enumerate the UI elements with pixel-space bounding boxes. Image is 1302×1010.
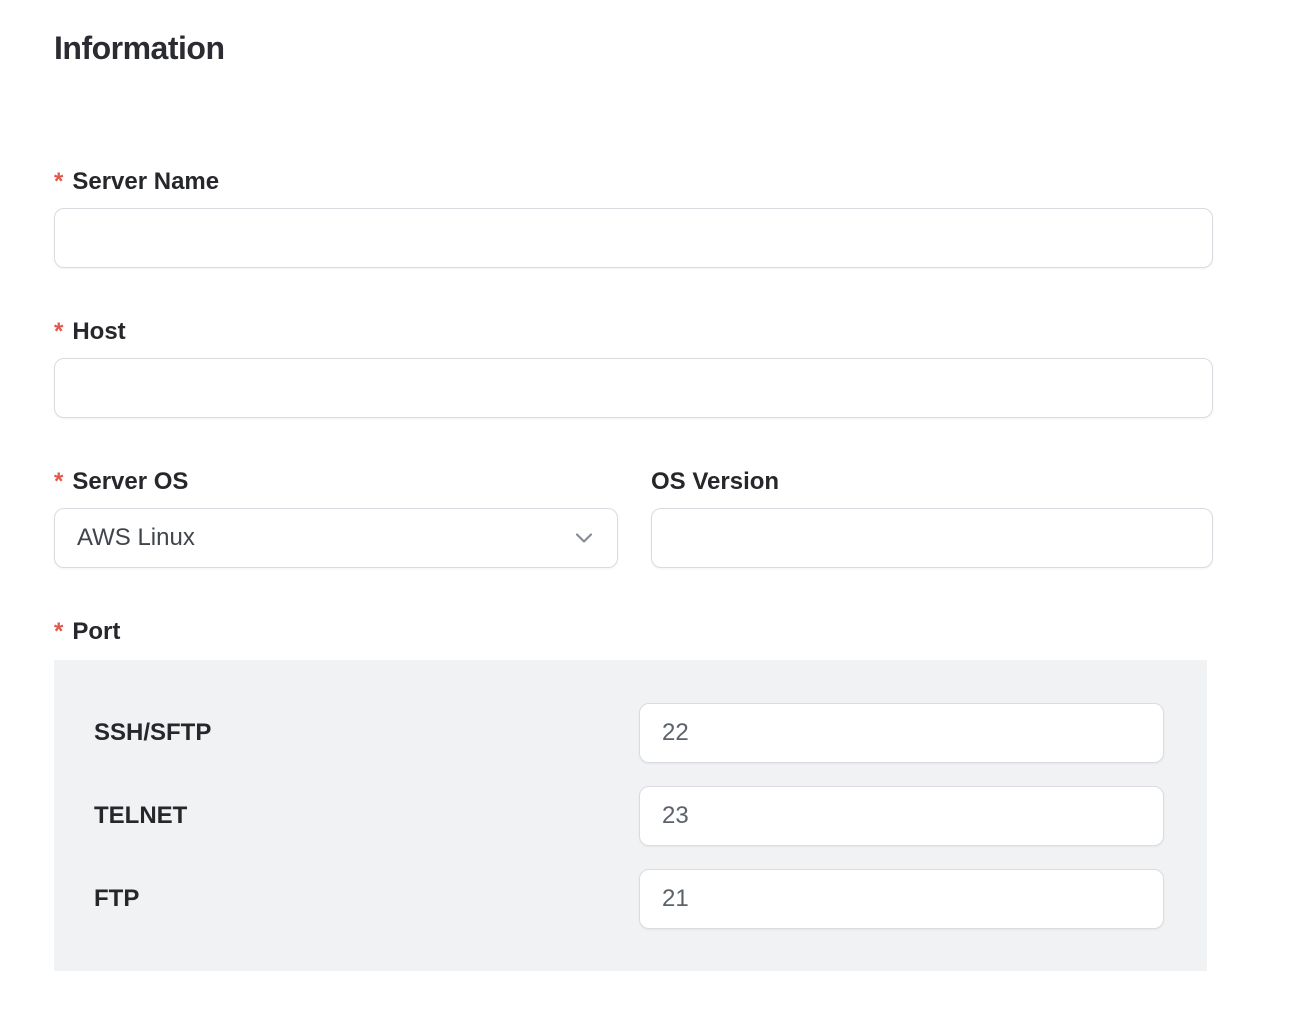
- chevron-down-icon: [573, 527, 595, 549]
- host-input[interactable]: [54, 358, 1213, 418]
- host-label-text: Host: [72, 318, 125, 346]
- host-field: * Host: [54, 318, 1213, 418]
- required-asterisk: *: [54, 618, 63, 646]
- os-version-label-text: OS Version: [651, 468, 779, 496]
- telnet-port-input[interactable]: [639, 786, 1164, 846]
- port-label-text: Port: [72, 618, 120, 646]
- ssh-sftp-port-input[interactable]: [639, 703, 1164, 763]
- server-information-form: * Server Name * Host * Server OS AWS Lin…: [54, 168, 1213, 971]
- port-settings-panel: SSH/SFTP TELNET FTP: [54, 660, 1207, 971]
- information-page: Information * Server Name * Host * Serve…: [0, 0, 1302, 1010]
- port-field: * Port SSH/SFTP TELNET FTP: [54, 618, 1213, 971]
- os-version-field: OS Version: [651, 468, 1213, 568]
- required-asterisk: *: [54, 168, 63, 196]
- server-os-selected-value: AWS Linux: [77, 524, 195, 552]
- ftp-label: FTP: [94, 885, 639, 913]
- os-version-label: OS Version: [651, 468, 1213, 496]
- os-row: * Server OS AWS Linux OS Version: [54, 468, 1213, 568]
- port-row-ssh-sftp: SSH/SFTP: [94, 703, 1167, 763]
- host-label: * Host: [54, 318, 1213, 346]
- page-title: Information: [54, 30, 1213, 66]
- server-name-input[interactable]: [54, 208, 1213, 268]
- server-os-field: * Server OS AWS Linux: [54, 468, 618, 568]
- server-name-field: * Server Name: [54, 168, 1213, 268]
- server-name-label: * Server Name: [54, 168, 1213, 196]
- port-row-telnet: TELNET: [94, 786, 1167, 846]
- required-asterisk: *: [54, 468, 63, 496]
- os-version-input[interactable]: [651, 508, 1213, 568]
- server-os-select[interactable]: AWS Linux: [54, 508, 618, 568]
- ftp-port-input[interactable]: [639, 869, 1164, 929]
- ssh-sftp-label: SSH/SFTP: [94, 719, 639, 747]
- telnet-label: TELNET: [94, 802, 639, 830]
- server-os-label-text: Server OS: [72, 468, 188, 496]
- port-row-ftp: FTP: [94, 869, 1167, 929]
- port-label: * Port: [54, 618, 1213, 646]
- server-os-label: * Server OS: [54, 468, 618, 496]
- server-name-label-text: Server Name: [72, 168, 219, 196]
- required-asterisk: *: [54, 318, 63, 346]
